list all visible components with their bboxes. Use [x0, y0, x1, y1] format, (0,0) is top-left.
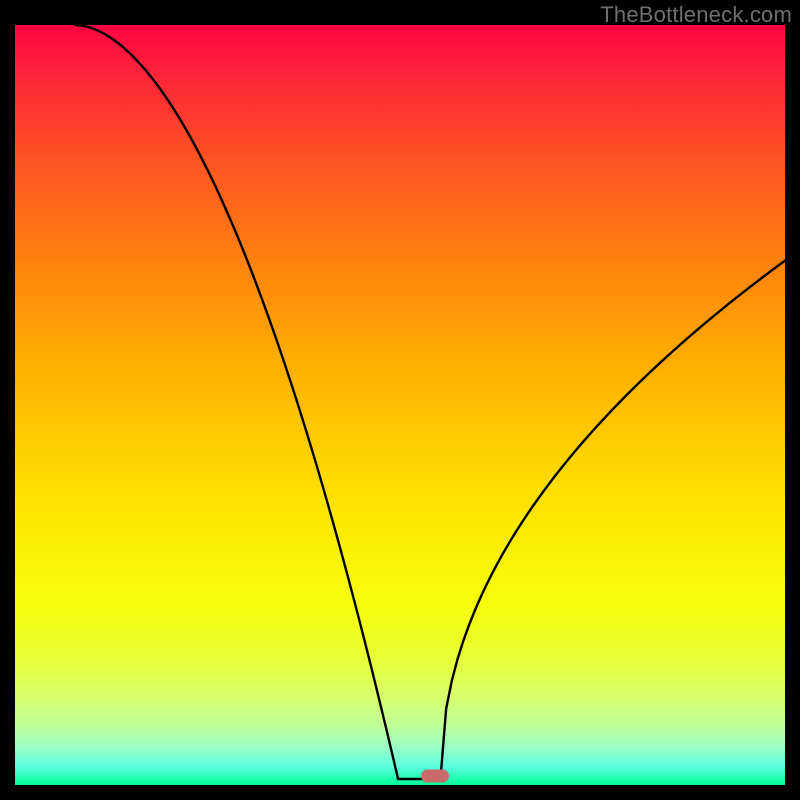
- optimal-point-marker: [421, 769, 449, 782]
- bottleneck-curve: [15, 25, 785, 785]
- plot-area: [15, 25, 785, 785]
- chart-stage: TheBottleneck.com: [0, 0, 800, 800]
